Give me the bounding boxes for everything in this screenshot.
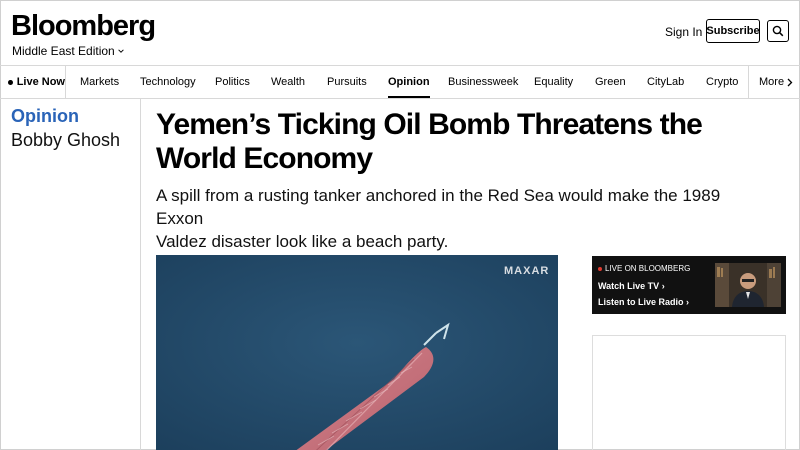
edition-selector[interactable]: Middle East Edition — [12, 45, 125, 57]
headline-line-1: Yemen’s Ticking Oil Bomb Threatens the — [156, 108, 703, 141]
live-dot-icon — [598, 266, 602, 271]
nav-item-technology[interactable]: Technology — [140, 66, 196, 98]
nav-live-label: Live Now — [16, 76, 65, 88]
chevron-right-icon: › — [661, 281, 665, 291]
presenter-image — [715, 263, 781, 307]
hero-image[interactable] — [156, 255, 558, 450]
edition-label: Middle East Edition — [12, 44, 115, 58]
live-tv-widget: LIVE ON BLOOMBERG Watch Live TV › Listen… — [592, 256, 786, 314]
chevron-right-icon: › — [686, 297, 690, 307]
nav-item-pursuits[interactable]: Pursuits — [327, 66, 367, 98]
nav-live-now[interactable]: Live Now — [0, 66, 66, 98]
section-label[interactable]: Opinion — [11, 106, 79, 127]
live-label-text: LIVE ON BLOOMBERG — [605, 264, 691, 273]
nav-item-politics[interactable]: Politics — [215, 66, 250, 98]
nav-more-label: More — [759, 76, 785, 88]
subscribe-button[interactable]: Subscribe — [706, 19, 760, 43]
live-label: LIVE ON BLOOMBERG — [598, 264, 690, 273]
search-icon — [772, 25, 784, 37]
watch-live-tv-link[interactable]: Watch Live TV › — [598, 281, 665, 291]
nav-item-opinion[interactable]: Opinion — [388, 66, 430, 98]
nav-more-button[interactable]: More — [748, 66, 800, 98]
dek-line-1: A spill from a rusting tanker anchored i… — [156, 186, 721, 228]
article-dek: A spill from a rusting tanker anchored i… — [156, 184, 756, 253]
nav-item-wealth[interactable]: Wealth — [271, 66, 305, 98]
dek-line-2: Valdez disaster look like a beach party. — [156, 232, 449, 251]
listen-live-radio-link[interactable]: Listen to Live Radio › — [598, 297, 689, 307]
nav-item-markets[interactable]: Markets — [80, 66, 119, 98]
sign-in-link[interactable]: Sign In — [665, 25, 702, 39]
nav-item-equality[interactable]: Equality — [534, 66, 573, 98]
nav-item-green[interactable]: Green — [595, 66, 626, 98]
ad-slot — [592, 335, 786, 450]
watch-live-tv-label: Watch Live TV — [598, 281, 660, 291]
nav-item-crypto[interactable]: Crypto — [706, 66, 738, 98]
search-button[interactable] — [767, 20, 789, 42]
nav-item-citylab[interactable]: CityLab — [647, 66, 684, 98]
author-name[interactable]: Bobby Ghosh — [11, 130, 120, 151]
chevron-right-icon — [787, 78, 793, 86]
main-nav: Live Now Markets Technology Politics Wea… — [0, 65, 800, 99]
image-credit: MAXAR — [504, 265, 550, 277]
bloomberg-logo[interactable]: Bloomberg — [11, 12, 156, 41]
nav-item-businessweek[interactable]: Businessweek — [448, 66, 518, 98]
tanker-satellite-image — [156, 255, 558, 450]
listen-live-radio-label: Listen to Live Radio — [598, 297, 684, 307]
article-headline: Yemen’s Ticking Oil Bomb Threatens the W… — [156, 108, 716, 176]
live-dot-icon — [8, 79, 13, 85]
headline-line-2: World Economy — [156, 142, 373, 175]
live-tv-thumbnail[interactable] — [715, 263, 781, 307]
chevron-down-icon — [117, 49, 124, 53]
